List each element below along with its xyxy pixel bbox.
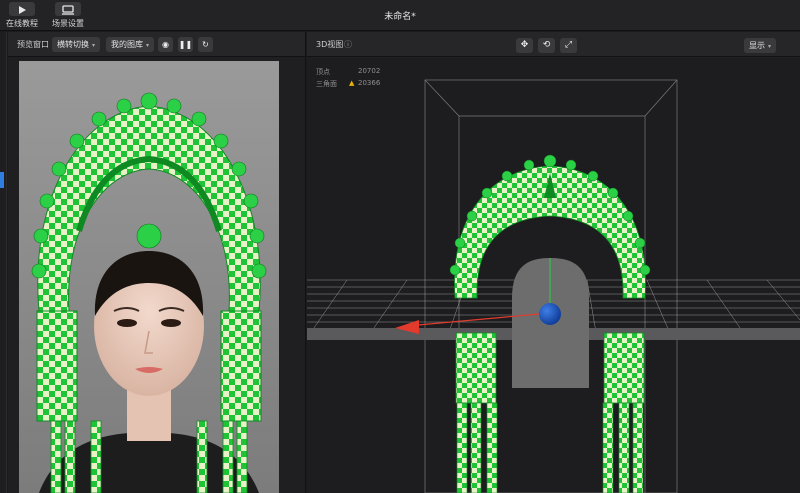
preview-toolbar: 预览窗口 横转切换 ▾ 我的图库 ▾ ◉ ❚❚ ↻	[8, 32, 305, 57]
warning-icon: ▲	[349, 79, 355, 87]
3d-toolbar: 3D视图 ⓘ ✥ ⟲ ⤢ 显示 ▾	[307, 32, 800, 57]
left-strip	[0, 32, 7, 493]
3d-view-title: 3D视图	[316, 40, 344, 49]
rotate-tool-button[interactable]: ⟲	[538, 38, 555, 53]
rotate-icon: ⟲	[542, 40, 551, 50]
pause-icon: ❚❚	[178, 40, 193, 49]
display-dropdown-label: 显示	[749, 41, 765, 50]
record-icon: ◉	[162, 40, 169, 49]
record-button[interactable]: ◉	[158, 37, 173, 52]
move-arrows-icon: ✥	[520, 40, 529, 50]
vertices-label: 顶点	[316, 68, 330, 76]
expand-icon: ⤢	[564, 40, 573, 50]
pause-button[interactable]: ❚❚	[178, 37, 193, 52]
refresh-button[interactable]: ↻	[198, 37, 213, 52]
triangles-value: 20366	[358, 79, 381, 87]
display-dropdown[interactable]: 显示 ▾	[744, 38, 777, 53]
refresh-icon: ↻	[202, 40, 209, 49]
chevron-down-icon: ▾	[92, 42, 96, 49]
top-toolbar: 在线教程 场景设置 未命名*	[0, 0, 800, 31]
chevron-down-icon: ▾	[146, 42, 150, 49]
fullscreen-button[interactable]: ⤢	[560, 38, 577, 53]
preview-image	[19, 61, 279, 493]
chevron-down-icon: ▾	[768, 43, 772, 50]
window-title: 未命名*	[384, 12, 416, 22]
mode-dropdown[interactable]: 横转切换 ▾	[52, 37, 101, 52]
info-icon[interactable]: ⓘ	[344, 39, 352, 50]
3d-view-panel: 3D视图 ⓘ ✥ ⟲ ⤢ 显示 ▾ 顶点 20702 三角面 ▲ 20366	[307, 32, 800, 493]
preview-title: 预览窗口	[17, 40, 49, 49]
library-dropdown-label: 我的图库	[111, 40, 143, 49]
3d-viewport[interactable]: 顶点 20702 三角面 ▲ 20366	[307, 58, 800, 493]
move-tool-button[interactable]: ✥	[516, 38, 533, 53]
library-dropdown[interactable]: 我的图库 ▾	[106, 37, 155, 52]
mode-dropdown-label: 横转切换	[57, 40, 89, 49]
active-indicator	[0, 172, 4, 188]
triangles-label: 三角面	[316, 80, 337, 88]
vertices-value: 20702	[358, 67, 381, 75]
